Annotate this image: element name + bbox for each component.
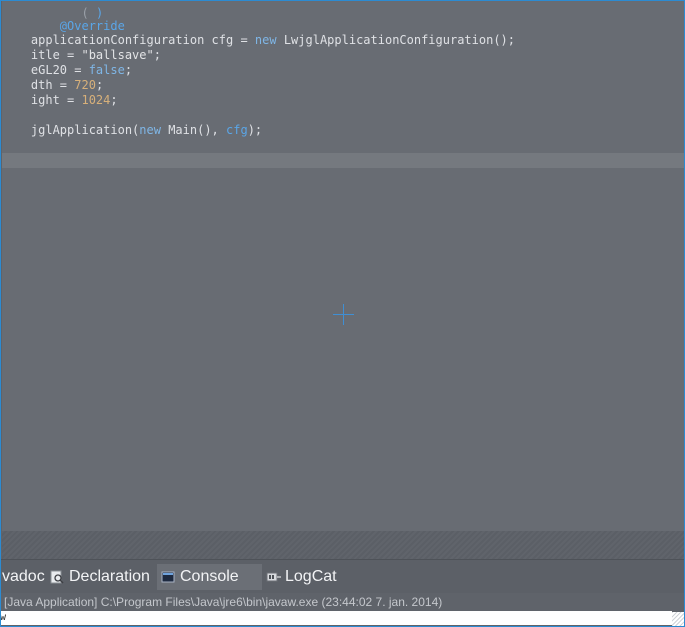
console-output-text: w	[0, 612, 7, 623]
code-line-3: eGL20 = false;	[30, 63, 133, 77]
current-line-highlight	[2, 153, 684, 168]
console-output[interactable]: w	[0, 611, 672, 625]
code-line-6: jglApplication(new Main(), cfg);	[30, 123, 263, 137]
console-launch-info-text: [Java Application] C:\Program Files\Java…	[4, 595, 443, 609]
resize-grip[interactable]	[672, 612, 684, 626]
crosshair-cursor-icon	[333, 304, 354, 325]
tab-console[interactable]: Console	[157, 564, 262, 590]
declaration-icon	[50, 570, 64, 584]
code-editor[interactable]: ( ) @Override applicationConfiguration c…	[2, 1, 684, 531]
tab-console-label: Console	[180, 568, 239, 585]
tab-logcat[interactable]: LogCat	[266, 564, 337, 590]
code-line-4: dth = 720;	[30, 78, 104, 92]
logcat-icon	[266, 570, 281, 584]
bottom-view-tabs: vadoc Declaration Console LogCat	[0, 559, 685, 594]
tab-javadoc[interactable]: vadoc	[2, 564, 45, 590]
tab-declaration-label: Declaration	[69, 568, 150, 585]
tab-declaration[interactable]: Declaration	[50, 564, 150, 590]
code-line-1: applicationConfiguration cfg = new Lwjgl…	[30, 33, 516, 47]
tab-logcat-label: LogCat	[285, 568, 337, 585]
code-line-clipped-2: @Override	[30, 19, 125, 33]
console-launch-info: [Java Application] C:\Program Files\Java…	[0, 593, 685, 611]
tab-javadoc-label: vadoc	[2, 568, 45, 585]
code-line-5: ight = 1024;	[30, 93, 118, 107]
panel-splitter[interactable]	[2, 531, 684, 559]
code-line-2: itle = "ballsave";	[30, 48, 161, 62]
console-icon	[161, 570, 175, 584]
